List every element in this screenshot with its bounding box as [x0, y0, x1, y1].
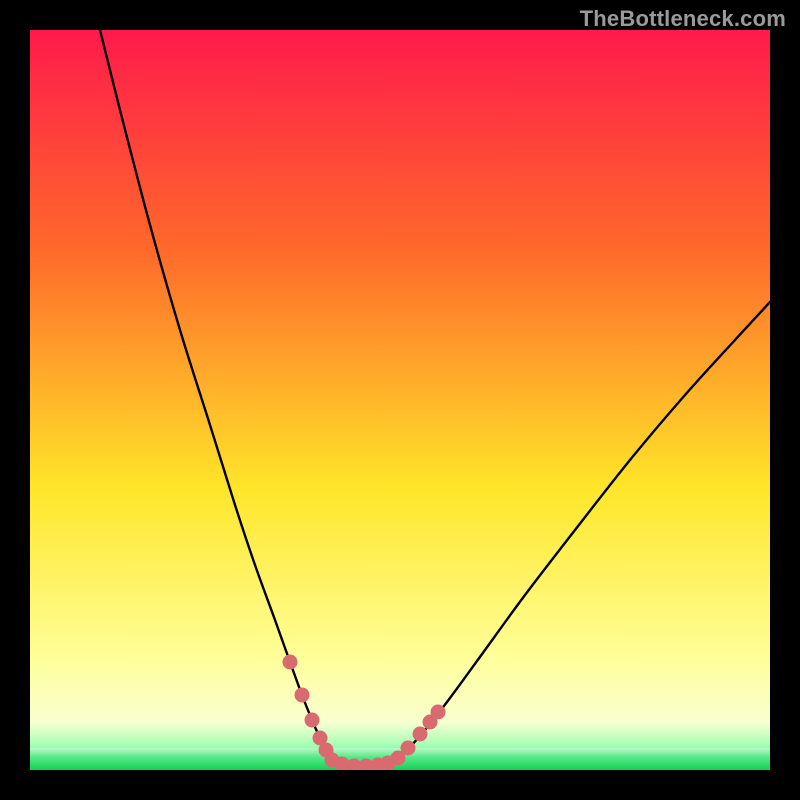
marker-dot	[401, 741, 416, 756]
marker-dot	[283, 655, 298, 670]
curve-path	[100, 30, 770, 766]
marker-dot-group	[283, 655, 446, 771]
marker-dot	[431, 705, 446, 720]
marker-dot	[295, 688, 310, 703]
bottleneck-curve	[100, 30, 770, 766]
watermark-text: TheBottleneck.com	[580, 6, 786, 32]
plot-area	[30, 30, 770, 770]
chart-frame: TheBottleneck.com	[0, 0, 800, 800]
curve-layer	[30, 30, 770, 770]
marker-dot	[305, 713, 320, 728]
marker-dot	[413, 727, 428, 742]
